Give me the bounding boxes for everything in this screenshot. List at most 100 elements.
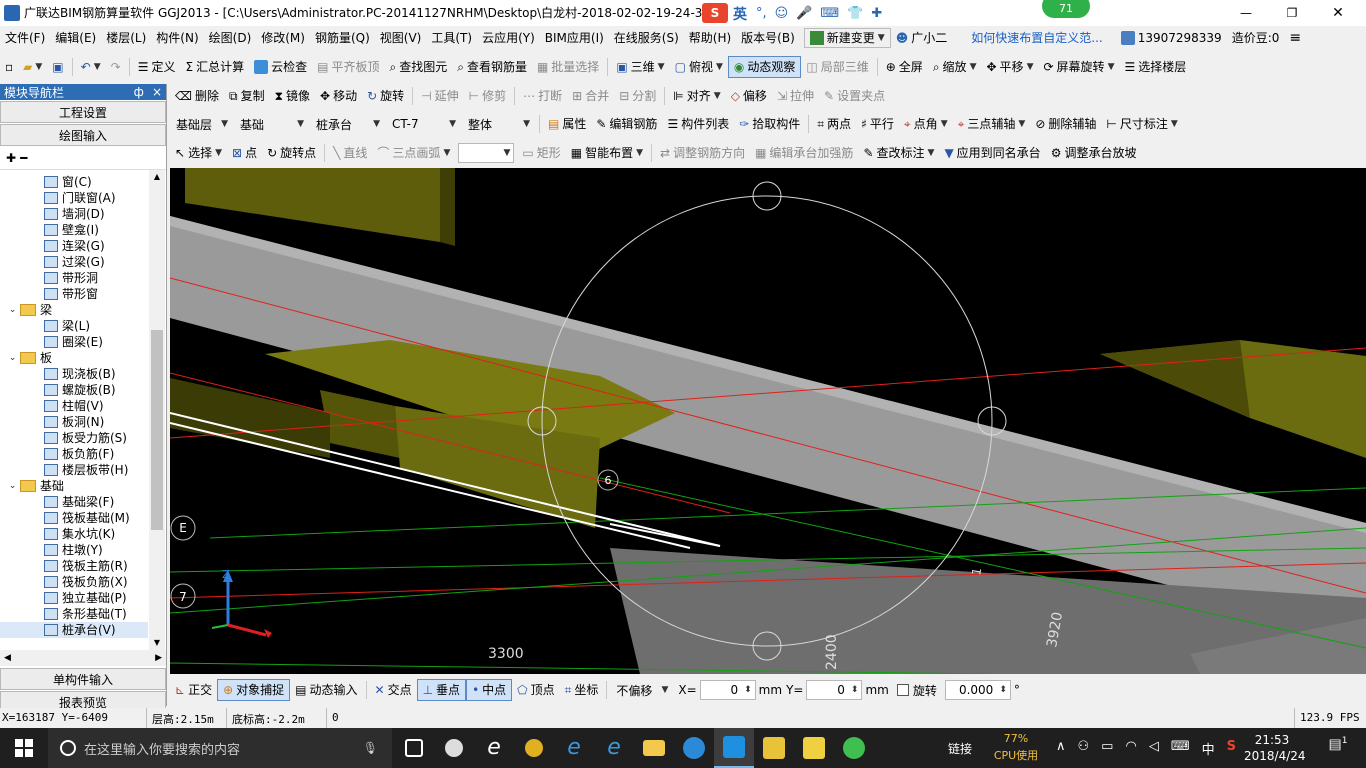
tree-item[interactable]: 筏板主筋(R) bbox=[0, 558, 148, 574]
tree-item[interactable]: 集水坑(K) bbox=[0, 526, 148, 542]
ie-browser-icon[interactable]: e bbox=[474, 728, 514, 768]
ggj-app-icon[interactable] bbox=[714, 728, 754, 768]
tree-folder[interactable]: ⌄ 基础 bbox=[0, 478, 148, 494]
tree-item[interactable]: 现浇板(B) bbox=[0, 366, 148, 382]
line-button[interactable]: ╲ 直线 bbox=[328, 142, 372, 164]
single-input-button[interactable]: 单构件输入 bbox=[0, 668, 166, 690]
assistant-button[interactable]: ☻ 广小二 bbox=[891, 27, 953, 49]
maximize-button[interactable]: ❐ bbox=[1272, 2, 1312, 24]
delete-button[interactable]: ⌫ 删除 bbox=[170, 85, 224, 107]
two-points-button[interactable]: ⌗ 两点 bbox=[812, 113, 856, 135]
move-button[interactable]: ✥ 移动 bbox=[315, 85, 362, 107]
tree-item[interactable]: 楼层板带(H) bbox=[0, 462, 148, 478]
tree-item[interactable]: 板负筋(F) bbox=[0, 446, 148, 462]
skin-icon[interactable]: 👕 bbox=[847, 6, 863, 21]
offset-mode-select[interactable]: 不偏移 ▼ bbox=[613, 681, 671, 699]
glodon-app-icon[interactable] bbox=[674, 728, 714, 768]
properties-button[interactable]: ▤ 属性 bbox=[543, 113, 591, 135]
tree-item[interactable]: 窗(C) bbox=[0, 174, 148, 190]
ime-indicator[interactable]: 中 bbox=[1202, 739, 1215, 758]
minimize-button[interactable]: — bbox=[1226, 2, 1266, 24]
tree-item[interactable]: 圈梁(E) bbox=[0, 334, 148, 350]
expand-toggle-icon[interactable]: ⌄ bbox=[8, 302, 17, 318]
element-list-button[interactable]: ☰ 构件列表 bbox=[662, 113, 734, 135]
menu-item[interactable]: 绘图(D) bbox=[204, 27, 257, 49]
pin-icon[interactable]: ф bbox=[134, 85, 144, 99]
new-change-button[interactable]: 新建变更 ▼ bbox=[803, 28, 891, 48]
rotate-point-button[interactable]: ↻ 旋转点 bbox=[262, 142, 321, 164]
category-select[interactable]: 基础 ▼ bbox=[237, 115, 307, 133]
trim-button[interactable]: ⊢ 修剪 bbox=[464, 85, 511, 107]
tree-item[interactable]: 过梁(G) bbox=[0, 254, 148, 270]
view-rebar-button[interactable]: ⌕ 查看钢筋量 bbox=[452, 56, 532, 78]
price-beans[interactable]: 造价豆:0 bbox=[1227, 27, 1285, 49]
dimension-button[interactable]: ⊢ 尺寸标注 ▼ bbox=[1101, 113, 1182, 135]
scroll-thumb[interactable] bbox=[151, 330, 163, 530]
scroll-right-icon[interactable]: ▶ bbox=[155, 653, 162, 663]
engineering-settings-button[interactable]: 工程设置 bbox=[0, 101, 166, 123]
wifi-icon[interactable]: ◠ bbox=[1125, 739, 1136, 758]
file-explorer-icon[interactable] bbox=[634, 728, 674, 768]
tree-item[interactable]: 连梁(G) bbox=[0, 238, 148, 254]
new-file-icon[interactable]: ▫ bbox=[0, 56, 18, 78]
taskbar-search[interactable]: 在这里输入你要搜索的内容 🎙 bbox=[48, 728, 392, 768]
close-button[interactable]: ✕ bbox=[1318, 2, 1358, 24]
edit-cap-rebar-button[interactable]: ▦ 编辑承台加强筋 bbox=[750, 142, 858, 164]
tree-folder[interactable]: ⌄ 梁 bbox=[0, 302, 148, 318]
delete-axis-button[interactable]: ⊘ 删除辅轴 bbox=[1030, 113, 1101, 135]
clock[interactable]: 21:53 2018/4/24 bbox=[1244, 732, 1306, 764]
green-app-icon[interactable] bbox=[834, 728, 874, 768]
menu-item[interactable]: 修改(M) bbox=[256, 27, 310, 49]
tree-item[interactable]: 壁龛(I) bbox=[0, 222, 148, 238]
tree-item[interactable]: 带形窗 bbox=[0, 286, 148, 302]
local-3d-button[interactable]: ◫ 局部三维 bbox=[801, 56, 873, 78]
drawing-viewport[interactable]: E 7 6 3300 2400 3920 1 Z bbox=[170, 168, 1366, 674]
emoji-icon[interactable]: ☺ bbox=[775, 6, 789, 21]
smart-layout-button[interactable]: ▦ 智能布置 ▼ bbox=[566, 142, 648, 164]
network-icon[interactable]: ▭ bbox=[1101, 739, 1113, 758]
three-point-axis-button[interactable]: ⌖ 三点辅轴 ▼ bbox=[953, 113, 1031, 135]
tree-item[interactable]: 板受力筋(S) bbox=[0, 430, 148, 446]
scroll-left-icon[interactable]: ◀ bbox=[4, 653, 11, 663]
y-input[interactable]: 0 ⬍ bbox=[806, 680, 863, 700]
punctuation-icon[interactable]: °, bbox=[756, 6, 767, 21]
rectangle-button[interactable]: ▭ 矩形 bbox=[517, 142, 565, 164]
dynamic-input-button[interactable]: ▤ 动态输入 bbox=[290, 679, 362, 701]
tree-item[interactable]: 墙洞(D) bbox=[0, 206, 148, 222]
open-file-icon[interactable]: ▰ ▼ bbox=[18, 56, 47, 78]
arc-option-select[interactable]: ▼ bbox=[458, 143, 515, 163]
find-element-button[interactable]: ⌕ 查找图元 bbox=[384, 56, 452, 78]
three-d-button[interactable]: ▣ 三维 ▼ bbox=[611, 56, 669, 78]
unit-select[interactable]: 整体 ▼ bbox=[465, 115, 533, 133]
menu-item[interactable]: 编辑(E) bbox=[50, 27, 101, 49]
scroll-up-icon[interactable]: ▲ bbox=[149, 170, 165, 184]
intersection-button[interactable]: ✕ 交点 bbox=[370, 679, 417, 701]
tree-item[interactable]: 桩承台(V) bbox=[0, 622, 148, 638]
element-type-select[interactable]: 桩承台 ▼ bbox=[313, 115, 383, 133]
point-button[interactable]: ⊠ 点 bbox=[227, 142, 262, 164]
screen-rotate-button[interactable]: ⟳ 屏幕旋转 ▼ bbox=[1038, 56, 1119, 78]
tree-item[interactable]: 基础梁(F) bbox=[0, 494, 148, 510]
microphone-icon[interactable]: 🎙 bbox=[363, 741, 378, 755]
tree-item[interactable]: 条形基础(T) bbox=[0, 606, 148, 622]
pick-element-button[interactable]: ✑ 拾取构件 bbox=[734, 113, 805, 135]
menu-item[interactable]: BIM应用(I) bbox=[540, 27, 609, 49]
top-view-button[interactable]: ▢ 俯视 ▼ bbox=[670, 56, 728, 78]
ime-language[interactable]: 英 bbox=[733, 4, 747, 24]
sogou-tray-icon[interactable]: S bbox=[1227, 739, 1236, 758]
coordinate-button[interactable]: ⌗ 坐标 bbox=[560, 679, 604, 701]
stretch-button[interactable]: ⇲ 拉伸 bbox=[772, 85, 819, 107]
tree-scrollbar[interactable]: ▲ ▼ bbox=[149, 170, 165, 650]
offset-button[interactable]: ◇ 偏移 bbox=[726, 85, 772, 107]
rotate-input[interactable]: 0.000 ⬍ bbox=[944, 680, 1011, 700]
tree-item[interactable]: 柱墩(Y) bbox=[0, 542, 148, 558]
sogou-ime-icon[interactable]: S bbox=[702, 3, 728, 23]
select-button[interactable]: ↖ 选择 ▼ bbox=[170, 142, 227, 164]
split-button[interactable]: ⊟ 分割 bbox=[614, 85, 661, 107]
360-browser-icon[interactable] bbox=[514, 728, 554, 768]
redo-icon[interactable]: ↷ bbox=[106, 56, 126, 78]
rotate-button[interactable]: ↻ 旋转 bbox=[362, 85, 409, 107]
notification-center-icon[interactable]: ▤1 bbox=[1318, 736, 1358, 760]
keyboard-icon[interactable]: ⌨ bbox=[820, 6, 839, 21]
menu-item[interactable]: 云应用(Y) bbox=[477, 27, 540, 49]
